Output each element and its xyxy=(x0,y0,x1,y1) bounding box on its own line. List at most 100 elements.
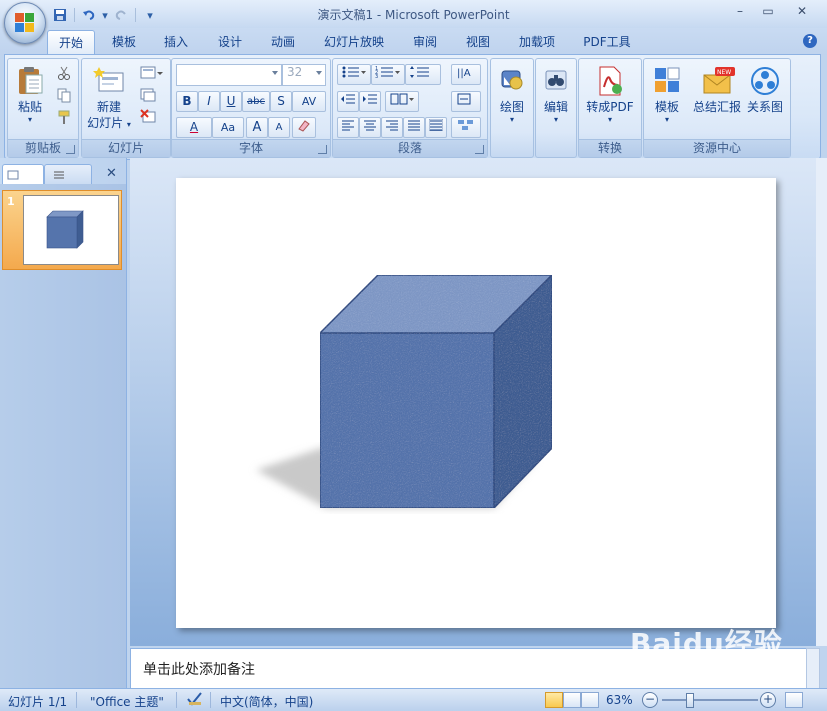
resources-group-label: 资源中心 xyxy=(644,139,790,157)
templates-label: 模板 xyxy=(654,100,679,114)
office-logo-icon xyxy=(15,13,35,33)
line-spacing-icon[interactable] xyxy=(405,64,441,85)
close-button[interactable]: ✕ xyxy=(789,4,815,22)
tab-design[interactable]: 设计 xyxy=(210,30,250,54)
smartart-convert-icon[interactable] xyxy=(451,117,481,138)
font-dialog-launcher[interactable] xyxy=(318,145,327,154)
bullets-icon[interactable] xyxy=(337,64,371,85)
outline-tab[interactable] xyxy=(44,164,92,185)
text-direction-icon[interactable]: ||A xyxy=(451,64,481,85)
increase-indent-icon[interactable] xyxy=(359,91,381,112)
spell-check-icon[interactable] xyxy=(186,691,204,710)
clipboard-dialog-launcher[interactable] xyxy=(66,145,75,154)
font-name-combo[interactable] xyxy=(176,64,282,86)
clear-formatting-icon[interactable] xyxy=(292,117,316,138)
paste-button[interactable]: 粘贴 ▾ xyxy=(10,63,50,137)
layout-icon[interactable] xyxy=(140,65,164,83)
window-title: 演示文稿1 - Microsoft PowerPoint xyxy=(317,8,510,22)
strikethrough-button[interactable]: abc xyxy=(242,91,270,112)
tab-home[interactable]: 开始 xyxy=(47,30,95,55)
decrease-indent-icon[interactable] xyxy=(337,91,359,112)
slides-tab[interactable] xyxy=(2,164,44,185)
editing-label: 编辑 xyxy=(543,100,568,114)
normal-view-button[interactable] xyxy=(545,692,563,708)
tab-pdf-tools[interactable]: PDF工具 xyxy=(576,30,638,54)
office-button[interactable] xyxy=(4,2,46,44)
slide-count: 幻灯片 1/1 xyxy=(8,695,68,709)
clipboard-group: 粘贴 ▾ 剪贴板 xyxy=(7,58,79,158)
cube-shape[interactable] xyxy=(176,178,776,628)
numbering-icon[interactable]: 123 xyxy=(371,64,405,85)
summary-report-button[interactable]: NEW 总结汇报 xyxy=(690,63,744,137)
character-spacing-button[interactable]: AV xyxy=(292,91,326,112)
restore-button[interactable]: ▭ xyxy=(755,4,781,22)
reset-icon[interactable] xyxy=(140,87,158,105)
binoculars-icon xyxy=(540,65,572,97)
slide-canvas[interactable] xyxy=(176,178,776,628)
slide-show-button[interactable] xyxy=(581,692,599,708)
font-size-combo[interactable]: 32 xyxy=(282,64,326,86)
to-pdf-label: 转成PDF xyxy=(586,100,634,114)
align-right-icon[interactable] xyxy=(381,117,403,138)
new-slide-button[interactable]: 新建 幻灯片 ▾ xyxy=(84,63,134,137)
underline-button[interactable]: U xyxy=(220,91,242,112)
templates-button[interactable]: 模板 ▾ xyxy=(646,63,688,137)
shrink-font-button[interactable]: A xyxy=(268,117,290,138)
thumbnail-cube-icon xyxy=(46,210,84,249)
align-text-icon[interactable] xyxy=(451,91,481,112)
templates-icon xyxy=(651,65,683,97)
editing-button[interactable]: 编辑 ▾ xyxy=(536,63,576,137)
distributed-icon[interactable] xyxy=(425,117,447,138)
tab-templates[interactable]: 模板 xyxy=(104,30,144,54)
new-slide-icon xyxy=(93,65,125,97)
zoom-slider[interactable] xyxy=(662,699,758,701)
cut-icon[interactable] xyxy=(56,65,74,83)
align-center-icon[interactable] xyxy=(359,117,381,138)
resources-group: 模板 ▾ NEW 总结汇报 关系图 资源中心 xyxy=(643,58,791,158)
paragraph-group-label: 段落 xyxy=(333,139,487,157)
zoom-slider-thumb[interactable] xyxy=(686,693,694,708)
justify-icon[interactable] xyxy=(403,117,425,138)
slide-sorter-button[interactable] xyxy=(563,692,581,708)
paste-label: 粘贴 xyxy=(17,100,42,114)
editor-scrollbar[interactable] xyxy=(816,158,827,646)
zoom-level[interactable]: 63% xyxy=(606,693,633,707)
columns-icon[interactable] xyxy=(385,91,419,112)
drawing-group: 绘图 ▾ xyxy=(490,58,534,158)
drawing-button[interactable]: 绘图 ▾ xyxy=(491,63,533,137)
close-pane-button[interactable]: ✕ xyxy=(106,166,117,181)
text-shadow-button[interactable]: S xyxy=(270,91,292,112)
grow-font-button[interactable]: A xyxy=(246,117,268,138)
tab-view[interactable]: 视图 xyxy=(458,30,498,54)
format-painter-icon[interactable] xyxy=(56,109,74,127)
tab-review[interactable]: 审阅 xyxy=(405,30,445,54)
delete-slide-icon[interactable] xyxy=(140,109,158,127)
font-color-button[interactable]: A xyxy=(176,117,212,138)
help-icon[interactable]: ? xyxy=(803,34,817,48)
bold-button[interactable]: B xyxy=(176,91,198,112)
tab-animations[interactable]: 动画 xyxy=(263,30,303,54)
slide-thumbnail-1[interactable]: 1 xyxy=(2,190,122,270)
align-left-icon[interactable] xyxy=(337,117,359,138)
smartart-button[interactable]: 关系图 xyxy=(744,63,786,137)
svg-text:||A: ||A xyxy=(457,68,471,79)
status-bar: 幻灯片 1/1 "Office 主题" 中文(简体，中国) 63% − + xyxy=(0,688,827,711)
copy-icon[interactable] xyxy=(56,87,74,105)
tab-add-ins[interactable]: 加载项 xyxy=(512,30,562,54)
zoom-in-button[interactable]: + xyxy=(760,692,776,708)
relationship-icon xyxy=(749,65,781,97)
convert-to-pdf-button[interactable]: 转成PDF ▾ xyxy=(581,63,639,137)
theme-name[interactable]: "Office 主题" xyxy=(90,693,164,710)
minimize-button[interactable]: – xyxy=(727,4,753,22)
language[interactable]: 中文(简体，中国) xyxy=(220,693,313,710)
fit-to-window-icon[interactable] xyxy=(785,692,803,708)
report-label: 总结汇报 xyxy=(692,100,741,114)
tab-slide-show[interactable]: 幻灯片放映 xyxy=(318,30,390,54)
italic-button[interactable]: I xyxy=(198,91,220,112)
change-case-button[interactable]: Aa xyxy=(212,117,244,138)
tab-insert[interactable]: 插入 xyxy=(156,30,196,54)
pdf-icon xyxy=(594,65,626,97)
zoom-out-button[interactable]: − xyxy=(642,692,658,708)
notes-scrollbar[interactable] xyxy=(806,648,820,689)
paragraph-dialog-launcher[interactable] xyxy=(475,145,484,154)
